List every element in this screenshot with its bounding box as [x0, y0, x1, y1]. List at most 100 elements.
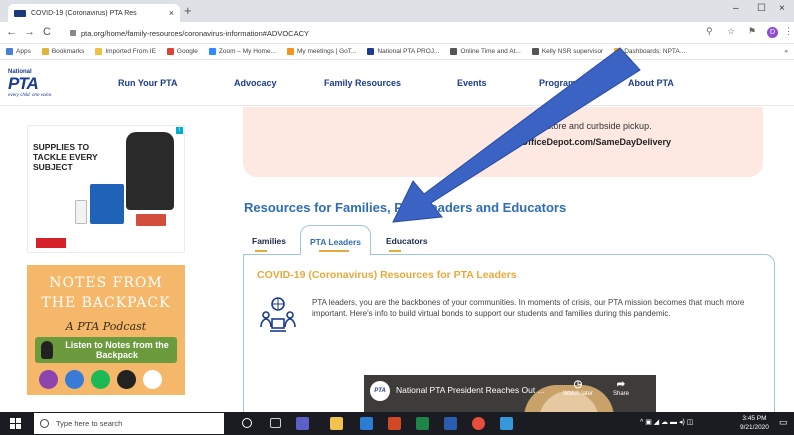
taskbar-clock[interactable]: 3:45 PM 9/21/2020 — [740, 414, 769, 432]
office-depot-promo-banner[interactable]: ree in-store and curbside pickup. Office… — [243, 107, 763, 177]
outlook-icon[interactable] — [360, 417, 373, 430]
new-tab-button[interactable]: + — [184, 3, 192, 18]
tab-close-icon[interactable]: × — [169, 8, 174, 18]
maximize-button[interactable]: ☐ — [757, 3, 766, 14]
windows-start-icon[interactable] — [10, 418, 22, 430]
bookmarks-overflow-icon[interactable]: » — [784, 48, 794, 55]
podcast-ad[interactable]: NOTES FROM THE BACKPACK A PTA Podcast Li… — [27, 265, 185, 395]
clock-date: 9/21/2020 — [740, 424, 769, 431]
extension-icon[interactable]: ⚑ — [748, 26, 756, 37]
bookmark-icon — [450, 48, 458, 55]
url-input[interactable]: pta.org/home/family-resources/coronaviru… — [70, 25, 720, 41]
bookmark-item[interactable]: Imported From IE — [95, 48, 156, 55]
tab-underline — [255, 250, 267, 252]
national-pta-logo[interactable]: National PTA every child. one voice. — [8, 69, 78, 101]
notebook-image — [136, 214, 166, 226]
powerpoint-icon[interactable] — [388, 417, 401, 430]
ad-choices-icon[interactable]: i — [176, 127, 183, 134]
system-tray-icons[interactable]: ^ ▣ ◢ ☁ ▬ ◂) ◫ — [640, 418, 693, 426]
browser-tab-bar: COVID-19 (Coronavirus) PTA Res × + – ☐ × — [0, 0, 794, 22]
tab-underline — [319, 250, 349, 252]
window-close-button[interactable]: × — [779, 3, 785, 14]
bookmark-label: Google — [176, 48, 198, 55]
pta-favicon-icon — [14, 9, 26, 17]
nav-about-pta[interactable]: About PTA — [628, 78, 674, 88]
clock-icon: ◷ — [573, 379, 583, 390]
video-embed[interactable]: PTA National PTA President Reaches Out .… — [364, 375, 656, 412]
promo-url-link[interactable]: OfficeDepot.com/SameDayDelivery — [521, 137, 671, 147]
notifications-icon[interactable]: ▭ — [779, 417, 788, 428]
backpack-image — [126, 132, 174, 210]
bookmark-item[interactable]: National PTA PROJ... — [367, 48, 439, 55]
tab-educators-label: Educators — [386, 236, 428, 246]
office-depot-ad[interactable]: SUPPLIES TO TACKLE EVERY SUBJECT i — [27, 125, 185, 253]
zoom-icon[interactable]: ⚲ — [706, 26, 713, 37]
rss-icon[interactable] — [143, 370, 162, 389]
virtual-meeting-icon — [260, 297, 296, 332]
video-channel-logo: PTA — [370, 381, 390, 401]
nav-programs[interactable]: Programs — [539, 78, 581, 88]
resources-section-title: Resources for Families, PTA Leaders and … — [244, 200, 567, 215]
glue-image — [75, 200, 87, 224]
nav-run-your-pta[interactable]: Run Your PTA — [118, 78, 178, 88]
teams-icon[interactable] — [296, 417, 309, 430]
share-label: Share — [612, 391, 629, 397]
bookmark-label: Online Time and At... — [460, 48, 521, 55]
bookmark-icon — [6, 48, 13, 55]
reload-button[interactable]: C — [43, 26, 51, 38]
browser-menu-icon[interactable]: ⋮ — [784, 26, 793, 37]
settings-app-icon[interactable] — [500, 417, 513, 430]
podcast-platform-icons — [39, 370, 179, 389]
bookmark-item[interactable]: Apps — [6, 48, 31, 55]
bookmark-star-icon[interactable]: ☆ — [727, 26, 735, 37]
google-podcasts-icon[interactable] — [65, 370, 84, 389]
bookmark-item[interactable]: Online Time and At... — [450, 48, 521, 55]
file-explorer-icon[interactable] — [330, 417, 343, 430]
word-icon[interactable] — [444, 417, 457, 430]
bookmark-icon — [614, 48, 622, 55]
tab-pta-leaders[interactable]: PTA Leaders — [300, 225, 372, 255]
bookmark-label: Zoom – My Home... — [218, 48, 276, 55]
bookmark-item[interactable]: Zoom – My Home... — [208, 48, 276, 55]
chrome-icon[interactable] — [472, 417, 485, 430]
watch-later-button[interactable]: ◷ Watch later — [561, 379, 595, 397]
forward-button[interactable]: → — [24, 26, 35, 38]
watch-later-label: Watch later — [562, 391, 594, 397]
apple-podcasts-icon[interactable] — [39, 370, 58, 389]
bookmark-item[interactable]: Dashboards: NPTA... — [614, 48, 685, 55]
panel-description: PTA leaders, you are the backbones of yo… — [312, 298, 745, 318]
address-bar-row: ← → C pta.org/home/family-resources/coro… — [0, 22, 794, 44]
tab-pta-leaders-label: PTA Leaders — [310, 237, 362, 247]
bookmark-item[interactable]: Google — [166, 48, 198, 55]
taskbar-search-input[interactable]: Type here to search — [34, 413, 224, 434]
cortana-icon[interactable] — [242, 418, 252, 428]
page-content: SUPPLIES TO TACKLE EVERY SUBJECT i NOTES… — [0, 107, 794, 412]
bookmark-item[interactable]: My meetings | GoT... — [286, 48, 356, 55]
profile-avatar[interactable]: D — [767, 27, 778, 38]
listen-label: Listen to Notes from the Backpack — [65, 340, 169, 360]
share-icon: ➦ — [616, 379, 626, 390]
logo-tagline: every child. one voice. — [8, 92, 53, 97]
minimize-button[interactable]: – — [733, 3, 739, 14]
tab-families[interactable]: Families — [252, 225, 286, 255]
nav-advocacy[interactable]: Advocacy — [234, 78, 277, 88]
browser-tab[interactable]: COVID-19 (Coronavirus) PTA Res × — [8, 4, 180, 22]
video-title[interactable]: National PTA President Reaches Out ... — [396, 385, 545, 395]
stitcher-icon[interactable] — [117, 370, 136, 389]
bookmark-icon — [95, 48, 103, 55]
back-button[interactable]: ← — [6, 26, 17, 38]
resource-tabs: Families PTA Leaders Educators — [244, 225, 774, 255]
task-view-icon[interactable] — [270, 418, 281, 428]
bookmark-item[interactable]: Bookmarks — [41, 48, 84, 55]
nav-events[interactable]: Events — [457, 78, 487, 88]
promo-pickup-text: ree in-store and curbside pickup. — [521, 121, 652, 131]
excel-icon[interactable] — [416, 417, 429, 430]
bookmark-item[interactable]: Kelly NSR supervisor — [531, 48, 603, 55]
search-icon — [40, 419, 49, 428]
bookmark-icon — [531, 48, 539, 55]
share-button[interactable]: ➦ Share — [604, 379, 638, 397]
tab-educators[interactable]: Educators — [386, 225, 428, 255]
listen-podcast-button[interactable]: Listen to Notes from the Backpack — [35, 337, 177, 363]
spotify-icon[interactable] — [91, 370, 110, 389]
nav-family-resources[interactable]: Family Resources — [324, 78, 401, 88]
